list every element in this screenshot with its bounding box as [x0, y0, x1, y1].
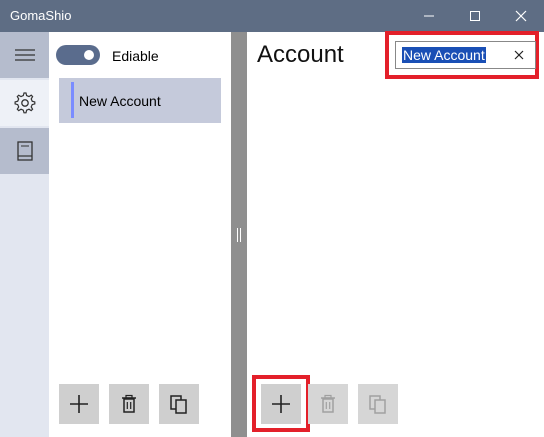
clear-icon[interactable]	[512, 48, 526, 62]
copy-item-button[interactable]	[358, 384, 398, 424]
copy-icon	[369, 395, 386, 414]
delete-icon	[321, 394, 335, 413]
editable-toggle-label: Ediable	[112, 48, 159, 64]
close-icon	[515, 10, 527, 22]
minimize-icon	[424, 15, 434, 17]
add-icon	[272, 395, 290, 413]
delete-account-button[interactable]	[109, 384, 149, 424]
hamburger-menu-icon	[15, 49, 35, 61]
add-icon	[70, 395, 88, 413]
account-name-value: New Account	[402, 47, 486, 63]
add-account-button[interactable]	[59, 384, 99, 424]
toggle-knob	[84, 50, 94, 60]
book-icon	[17, 141, 33, 161]
account-detail-pane: Account New Account	[247, 31, 544, 437]
copy-account-button[interactable]	[159, 384, 199, 424]
delete-item-button[interactable]	[308, 384, 348, 424]
account-name-input[interactable]: New Account	[395, 41, 536, 69]
selection-indicator	[71, 82, 74, 118]
editable-toggle[interactable]	[56, 45, 100, 65]
settings-nav-button[interactable]	[0, 80, 49, 126]
list-item[interactable]: New Account	[59, 78, 221, 123]
page-title: Account	[257, 41, 344, 68]
minimize-button[interactable]	[406, 0, 452, 32]
title-bar[interactable]: GomaShio	[0, 0, 544, 32]
add-item-button[interactable]	[261, 384, 301, 424]
delete-icon	[122, 394, 136, 413]
splitter-grip	[237, 228, 241, 242]
close-button[interactable]	[498, 0, 544, 32]
list-item-label: New Account	[79, 93, 161, 109]
pane-splitter[interactable]	[231, 32, 247, 437]
account-list-pane: Ediable New Account	[49, 32, 231, 437]
hamburger-menu-button[interactable]	[0, 32, 49, 78]
accounts-nav-button[interactable]	[0, 128, 49, 174]
gear-icon	[14, 92, 36, 114]
app-title: GomaShio	[10, 8, 72, 23]
copy-icon	[170, 395, 187, 414]
nav-rail	[0, 32, 49, 437]
maximize-button[interactable]	[452, 0, 498, 32]
maximize-icon	[470, 11, 480, 21]
